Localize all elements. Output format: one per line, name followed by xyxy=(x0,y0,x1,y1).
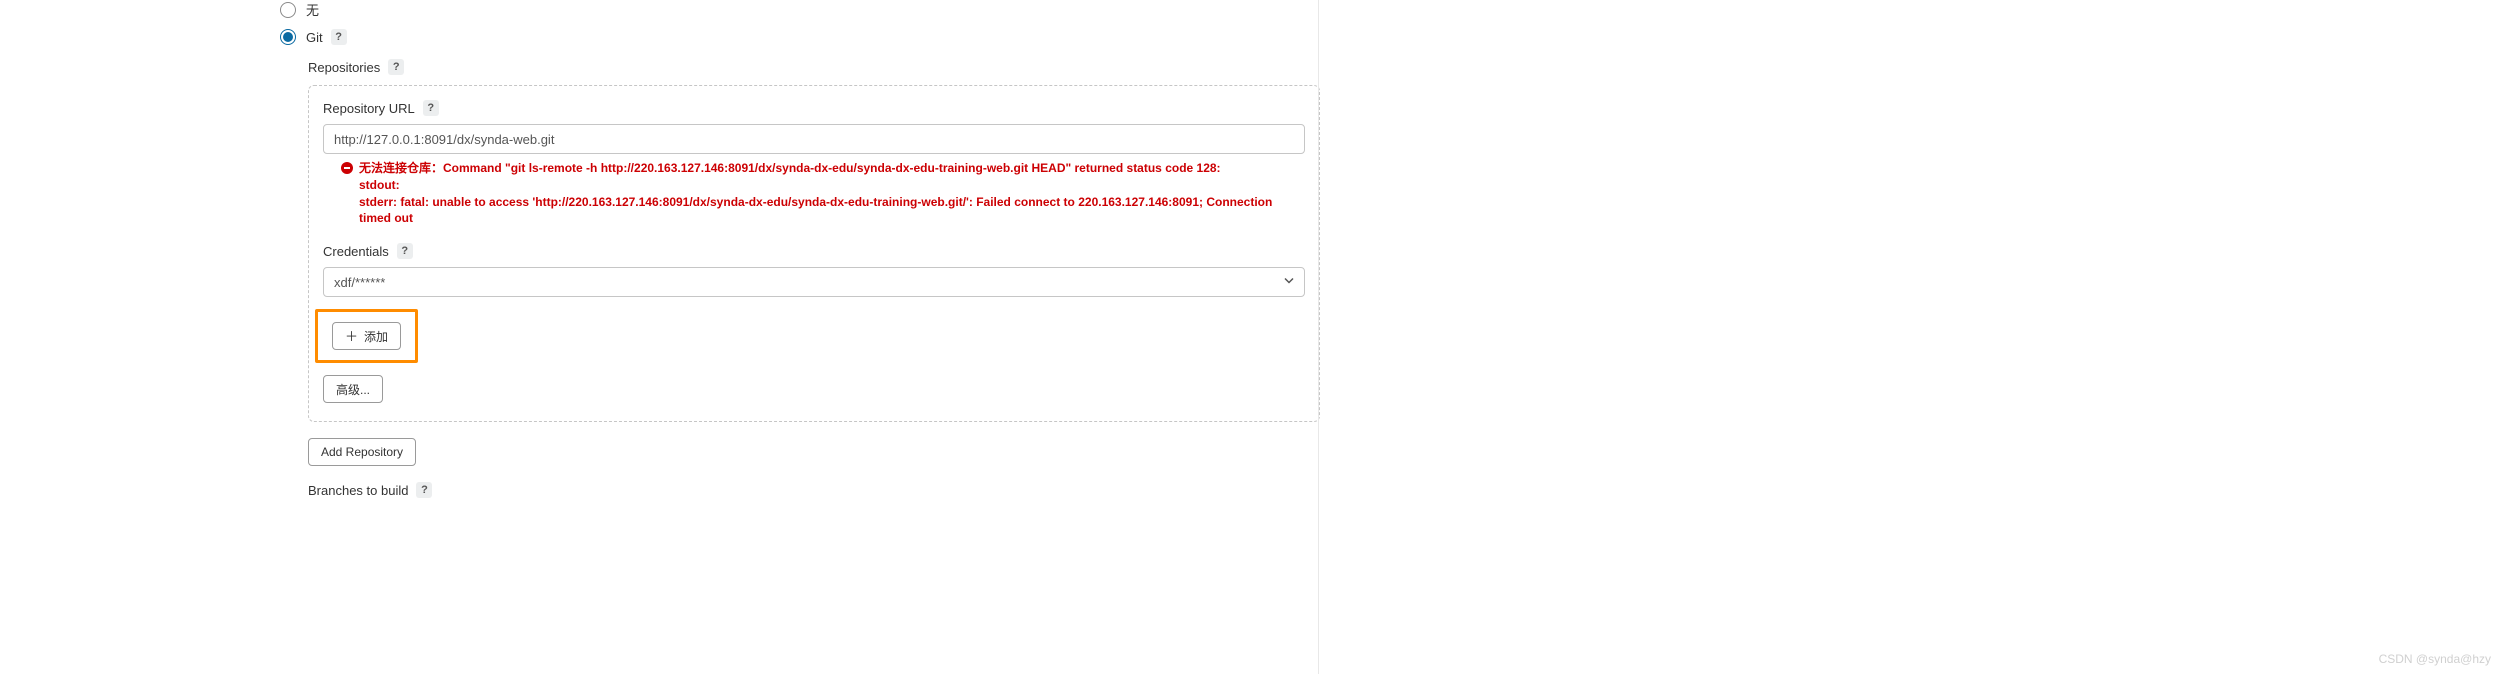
repository-panel: Repository URL ? 无法连接仓库：Command "git ls-… xyxy=(308,85,1320,422)
help-icon[interactable]: ? xyxy=(388,59,404,75)
help-icon[interactable]: ? xyxy=(331,29,347,45)
help-icon[interactable]: ? xyxy=(416,482,432,498)
radio-icon xyxy=(280,2,296,18)
radio-icon-selected xyxy=(280,29,296,45)
watermark: CSDN @synda@hzy xyxy=(2379,652,2491,666)
scm-option-none-label: 无 xyxy=(306,0,319,19)
repository-error: 无法连接仓库：Command "git ls-remote -h http://… xyxy=(323,160,1305,227)
scm-option-none[interactable]: 无 xyxy=(280,0,1320,19)
credentials-select[interactable]: xdf/****** xyxy=(323,267,1305,297)
credentials-label: Credentials ? xyxy=(323,243,1305,259)
add-credential-highlight: ＋ 添加 xyxy=(315,309,418,363)
advanced-button-label: 高级... xyxy=(336,381,370,398)
credentials-value: xdf/****** xyxy=(334,275,385,290)
help-icon[interactable]: ? xyxy=(423,100,439,116)
add-credential-button[interactable]: ＋ 添加 xyxy=(332,322,401,350)
branches-label: Branches to build ? xyxy=(308,482,1320,498)
help-icon[interactable]: ? xyxy=(397,243,413,259)
advanced-button[interactable]: 高级... xyxy=(323,375,383,403)
scm-option-git[interactable]: Git ? xyxy=(280,29,1320,45)
error-line: 无法连接仓库：Command "git ls-remote -h http://… xyxy=(359,160,1305,177)
plus-icon: ＋ xyxy=(345,330,358,343)
error-line: stdout: xyxy=(359,177,1305,194)
error-line: stderr: fatal: unable to access 'http://… xyxy=(359,194,1305,228)
add-repository-button[interactable]: Add Repository xyxy=(308,438,416,466)
repositories-label: Repositories ? xyxy=(308,59,1320,75)
repository-url-input[interactable] xyxy=(323,124,1305,154)
scm-option-git-label: Git xyxy=(306,30,323,45)
add-repository-label: Add Repository xyxy=(321,445,403,459)
panel-divider xyxy=(1318,0,1319,674)
add-credential-label: 添加 xyxy=(364,328,388,345)
repository-url-label: Repository URL ? xyxy=(323,100,1305,116)
error-icon xyxy=(341,162,353,174)
